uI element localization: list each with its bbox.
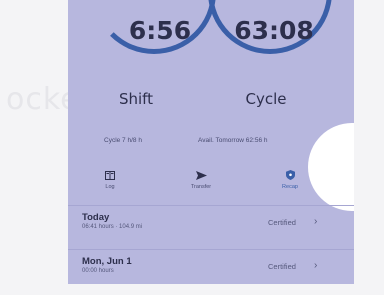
day-date: Today	[82, 212, 110, 223]
day-row-today[interactable]: Today 06:41 hours · 104.9 mi Certified ›	[68, 206, 354, 252]
day-date: Mon, Jun 1	[82, 256, 132, 267]
send-icon	[195, 170, 207, 180]
day-summary: 00:00 hours	[82, 268, 114, 274]
nav-log-button[interactable]: Log	[78, 160, 142, 200]
nav-log-label: Log	[105, 184, 115, 190]
hours-of-service-panel: 6:56 63:08 Shift Cycle Cycle 7 h/8 h Ava…	[68, 0, 354, 284]
day-summary: 06:41 hours · 104.9 mi	[82, 224, 143, 230]
cycle-time: 63:08	[234, 16, 314, 45]
certified-status: Certified	[268, 262, 296, 271]
day-row-jun1[interactable]: Mon, Jun 1 00:00 hours Certified ›	[68, 250, 354, 284]
certified-status: Certified	[268, 218, 296, 227]
book-icon	[104, 170, 116, 180]
chevron-right-icon: ›	[314, 260, 318, 271]
shift-label: Shift	[118, 90, 154, 108]
cycle-info: Cycle 7 h/8 h	[104, 137, 142, 144]
nav-transfer-button[interactable]: Transfer	[169, 160, 233, 200]
shield-icon	[284, 170, 296, 180]
nav-transfer-label: Transfer	[190, 184, 212, 190]
nav-recap-button[interactable]: Recap	[258, 160, 322, 200]
shift-time: 6:56	[128, 16, 192, 45]
cycle-label: Cycle	[245, 90, 287, 108]
available-info: Avail. Tomorrow 62:56 h	[198, 137, 268, 144]
chevron-right-icon: ›	[314, 216, 318, 227]
nav-recap-label: Recap	[282, 184, 298, 190]
